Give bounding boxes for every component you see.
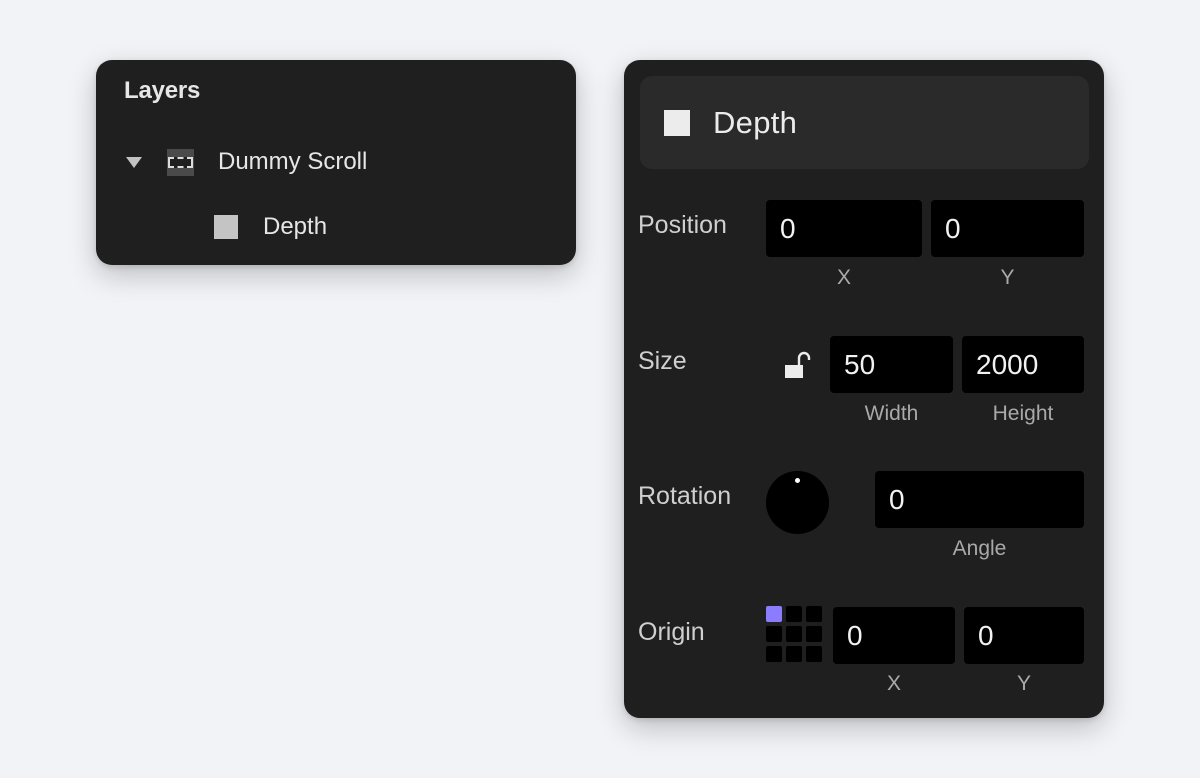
properties-panel: Depth Position 0 0 X Y Size 50 2000 Widt… (624, 60, 1104, 718)
scroll-container-icon (167, 148, 194, 176)
position-label: Position (638, 211, 727, 239)
angle-caption: Angle (952, 537, 1007, 560)
anchor-top-right[interactable] (806, 606, 822, 622)
anchor-center[interactable] (786, 626, 802, 642)
origin-x-input[interactable]: 0 (833, 607, 955, 664)
anchor-bottom-right[interactable] (806, 646, 822, 662)
layer-label: Dummy Scroll (218, 148, 368, 175)
width-input[interactable]: 50 (830, 336, 953, 393)
layer-item-depth[interactable]: Depth (214, 211, 327, 243)
anchor-middle-left[interactable] (766, 626, 782, 642)
width-caption: Width (864, 402, 919, 425)
layer-item-dummy-scroll[interactable]: Dummy Scroll (126, 146, 367, 178)
origin-y-caption: Y (1016, 672, 1031, 695)
layers-title: Layers (124, 77, 201, 104)
anchor-bottom-left[interactable] (766, 646, 782, 662)
position-x-caption: X (836, 266, 851, 289)
anchor-top-center[interactable] (786, 606, 802, 622)
dial-indicator-dot (795, 478, 800, 483)
origin-label: Origin (638, 618, 705, 646)
caret-down-icon[interactable] (126, 156, 142, 168)
layer-label: Depth (263, 213, 328, 240)
height-caption: Height (992, 402, 1054, 425)
origin-x-caption: X (886, 672, 901, 695)
height-input[interactable]: 2000 (962, 336, 1084, 393)
frame-icon (664, 109, 690, 136)
position-x-input[interactable]: 0 (766, 200, 922, 257)
anchor-middle-right[interactable] (806, 626, 822, 642)
origin-anchor-grid (766, 606, 824, 664)
anchor-top-left[interactable] (766, 606, 782, 622)
size-label: Size (638, 347, 687, 375)
anchor-bottom-center[interactable] (786, 646, 802, 662)
frame-icon (214, 215, 238, 239)
selected-layer-header: Depth (640, 76, 1089, 169)
position-y-input[interactable]: 0 (931, 200, 1084, 257)
layers-panel: Layers Dummy Scroll Depth (96, 60, 576, 265)
position-y-caption: Y (1000, 266, 1015, 289)
selected-layer-name: Depth (713, 104, 798, 140)
rotation-dial[interactable] (766, 471, 829, 534)
rotation-label: Rotation (638, 482, 732, 510)
angle-input[interactable]: 0 (875, 471, 1084, 528)
origin-y-input[interactable]: 0 (964, 607, 1084, 664)
unlock-icon[interactable] (784, 350, 812, 380)
